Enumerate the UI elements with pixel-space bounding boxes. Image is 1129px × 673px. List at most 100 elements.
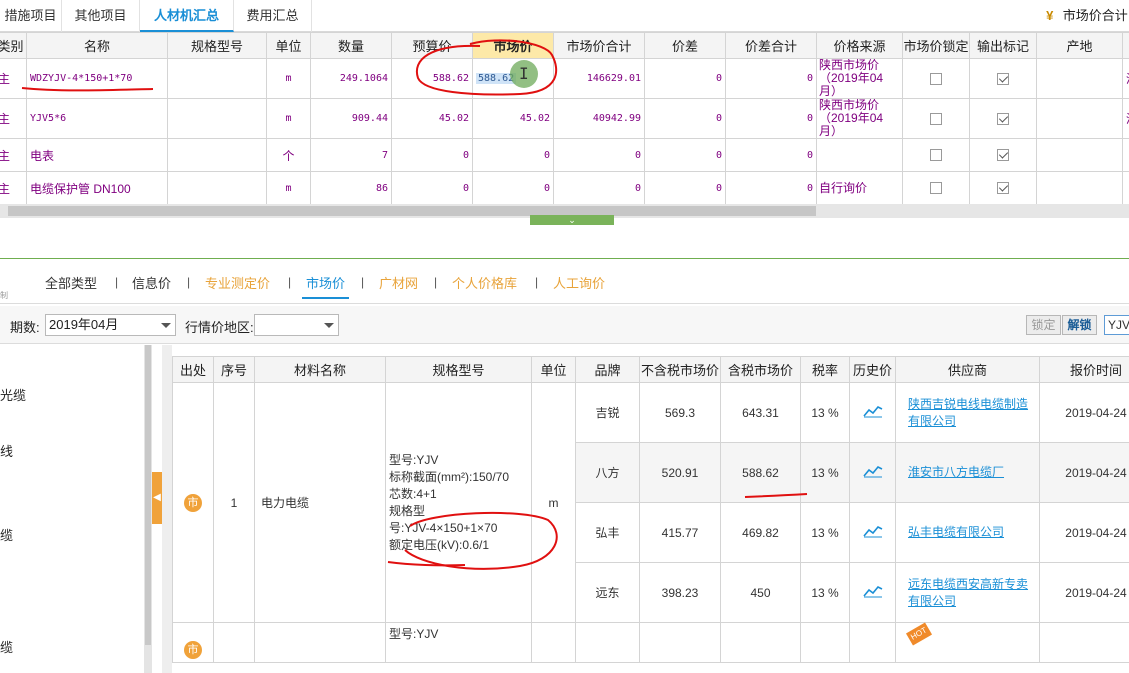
supplier-link[interactable]: 陕西吉锐电线电缆制造有限公司: [908, 397, 1028, 428]
cell-spec[interactable]: [167, 138, 267, 172]
table-row[interactable]: 主 电表 个 7 0 0 0 0 0: [0, 138, 1129, 172]
col-header-tax-rate[interactable]: 税率: [800, 356, 850, 383]
tab-market-price[interactable]: 市场价: [301, 273, 350, 299]
cell-history[interactable]: [849, 442, 896, 503]
lock-checkbox[interactable]: [930, 112, 942, 125]
table-row[interactable]: 主 YJV5*6 m 909.44 45.02 45.02 40942.99 0…: [0, 98, 1129, 139]
cell-price-inc-tax[interactable]: 643.31: [720, 382, 801, 443]
cell-price-inc-tax[interactable]: 469.82: [720, 502, 801, 563]
cell-price-inc-tax[interactable]: 450: [720, 562, 801, 623]
cell-spec[interactable]: [167, 98, 267, 139]
region-select[interactable]: [254, 314, 339, 336]
lock-checkbox[interactable]: [930, 149, 942, 161]
tab-info-price[interactable]: 信息价: [132, 273, 171, 292]
cell-price-inc-tax[interactable]: 588.62: [720, 442, 801, 503]
col-header-unit[interactable]: 单位: [531, 356, 576, 383]
cell-history[interactable]: [849, 502, 896, 563]
supplier-link[interactable]: 淮安市八方电缆厂: [908, 465, 1004, 479]
cell-name[interactable]: WDZYJV-4*150+1*70: [26, 58, 168, 99]
trend-chart-icon[interactable]: [862, 524, 883, 538]
supplier-link[interactable]: 弘丰电缆有限公司: [908, 525, 1004, 539]
trend-chart-icon[interactable]: [862, 404, 883, 418]
tab-personal-price-library[interactable]: 个人价格库: [452, 273, 517, 292]
cell-name[interactable]: YJV5*6: [26, 98, 168, 139]
tab-measures[interactable]: 措施项目: [0, 0, 62, 32]
tree-item[interactable]: 缆: [0, 525, 13, 544]
cell-market-price[interactable]: 0: [472, 138, 554, 172]
col-header-source[interactable]: 出处: [172, 356, 214, 383]
col-header-supplier[interactable]: 供应商: [895, 356, 1040, 383]
tab-guangcai-net[interactable]: 广材网: [379, 273, 418, 292]
col-header-price-ex-tax[interactable]: 不含税市场价: [639, 356, 721, 383]
cell-output-flag[interactable]: [969, 138, 1037, 172]
output-checkbox[interactable]: [997, 182, 1009, 194]
cell-output-flag[interactable]: [969, 98, 1037, 139]
cell-market-price[interactable]: 45.02: [472, 98, 554, 139]
col-header-market-total[interactable]: 市场价合计: [553, 32, 645, 59]
trend-chart-icon[interactable]: [862, 584, 883, 598]
cell-origin[interactable]: [1036, 58, 1123, 99]
collapse-panel-button[interactable]: ◀: [152, 472, 162, 524]
cell-market-price[interactable]: 0: [472, 171, 554, 205]
col-header-unit[interactable]: 单位: [266, 32, 311, 59]
tab-manual-inquiry[interactable]: 人工询价: [553, 273, 605, 292]
cell-origin[interactable]: [1036, 98, 1123, 139]
col-header-price-source[interactable]: 价格来源: [816, 32, 903, 59]
trend-chart-icon[interactable]: [862, 464, 883, 478]
scrollbar-thumb[interactable]: [145, 345, 151, 645]
tree-item[interactable]: 缆: [0, 637, 13, 656]
col-header-diff-total[interactable]: 价差合计: [725, 32, 817, 59]
lock-checkbox[interactable]: [930, 182, 942, 194]
col-header-origin[interactable]: 产地: [1036, 32, 1123, 59]
cell-history[interactable]: [849, 562, 896, 623]
col-header-output-flag[interactable]: 输出标记: [969, 32, 1037, 59]
cell-price-lock[interactable]: [902, 171, 970, 205]
col-header-price-inc-tax[interactable]: 含税市场价: [720, 356, 801, 383]
cell-supplier[interactable]: 陕西吉锐电线电缆制造有限公司: [895, 382, 1040, 443]
col-header-quantity[interactable]: 数量: [310, 32, 392, 59]
scrollbar-thumb[interactable]: [8, 206, 816, 216]
col-header-price-diff[interactable]: 价差: [644, 32, 726, 59]
tab-labor-material-summary[interactable]: 人材机汇总: [140, 0, 234, 32]
cell-supplier[interactable]: 远东电缆西安高新专卖有限公司: [895, 562, 1040, 623]
unlock-button[interactable]: 解锁: [1062, 315, 1097, 335]
cell-name[interactable]: 电表: [26, 138, 168, 172]
tab-other-items[interactable]: 其他项目: [62, 0, 140, 32]
col-header-history[interactable]: 历史价: [849, 356, 896, 383]
output-checkbox[interactable]: [997, 112, 1009, 125]
col-header-budget-price[interactable]: 预算价: [391, 32, 473, 59]
col-header-price-lock[interactable]: 市场价锁定: [902, 32, 970, 59]
cell-supplier[interactable]: 淮安市八方电缆厂: [895, 442, 1040, 503]
col-header-name[interactable]: 名称: [26, 32, 168, 59]
col-header-material-name[interactable]: 材料名称: [254, 356, 386, 383]
table-row[interactable]: 市 型号:YJV: [172, 622, 1129, 663]
table-row[interactable]: 市 1 电力电缆 型号:YJV 标称截面(mm²):150/70 芯数:4+1 …: [172, 382, 1129, 623]
cell-origin[interactable]: [1036, 138, 1123, 172]
lock-button[interactable]: 锁定: [1026, 315, 1061, 335]
period-select[interactable]: 2019年04月: [45, 314, 176, 336]
cell-output-flag[interactable]: [969, 58, 1037, 99]
tree-item[interactable]: 光缆: [0, 385, 26, 404]
search-input[interactable]: YJV: [1104, 315, 1129, 335]
cell-spec[interactable]: [167, 58, 267, 99]
panel-splitter-handle[interactable]: ⌄: [530, 215, 614, 225]
output-checkbox[interactable]: [997, 149, 1009, 161]
cell-price-lock[interactable]: [902, 98, 970, 139]
col-header-spec[interactable]: 规格型号: [385, 356, 532, 383]
lock-checkbox[interactable]: [930, 72, 942, 85]
col-header-category[interactable]: 类别: [0, 32, 27, 59]
col-header-market-price[interactable]: 市场价: [472, 32, 554, 59]
cell-origin[interactable]: [1036, 171, 1123, 205]
supplier-link[interactable]: 远东电缆西安高新专卖有限公司: [908, 577, 1028, 608]
table-row[interactable]: 主 WDZYJV-4*150+1*70 m 249.1064 588.62 58…: [0, 58, 1129, 99]
cell-spec[interactable]: [167, 171, 267, 205]
col-header-quote-time[interactable]: 报价时间: [1039, 356, 1129, 383]
cell-price-lock[interactable]: [902, 58, 970, 99]
col-header-index[interactable]: 序号: [213, 356, 255, 383]
col-header-spec[interactable]: 规格型号: [167, 32, 267, 59]
cell-price-lock[interactable]: [902, 138, 970, 172]
cell-history[interactable]: [849, 382, 896, 443]
output-checkbox[interactable]: [997, 72, 1009, 85]
tab-professional-price[interactable]: 专业测定价: [205, 273, 270, 292]
cell-supplier[interactable]: 弘丰电缆有限公司: [895, 502, 1040, 563]
